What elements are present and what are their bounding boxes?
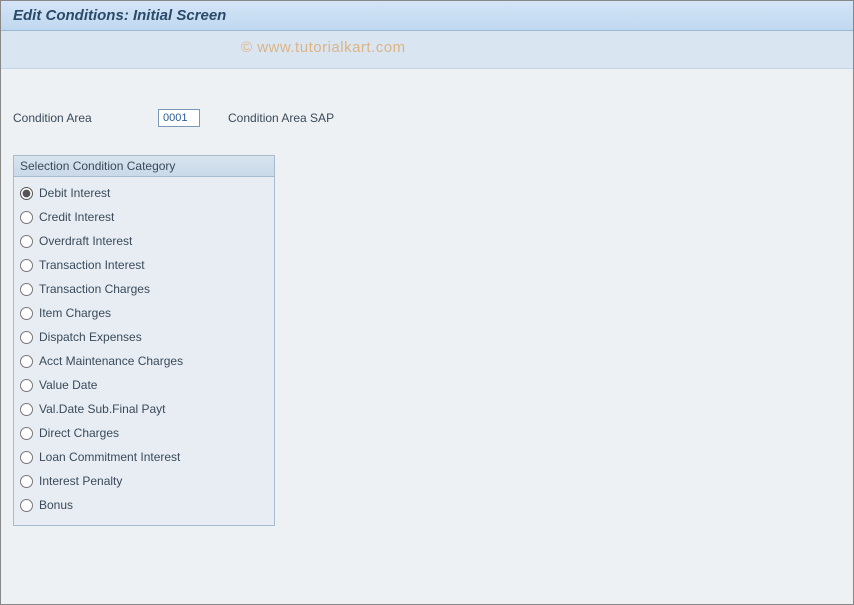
- radio-input[interactable]: [20, 475, 33, 488]
- radio-input[interactable]: [20, 235, 33, 248]
- radio-item: Acct Maintenance Charges: [20, 349, 268, 373]
- radio-label[interactable]: Transaction Charges: [39, 282, 150, 296]
- watermark-text: © www.tutorialkart.com: [241, 39, 406, 56]
- radio-label[interactable]: Dispatch Expenses: [39, 330, 142, 344]
- radio-item: Bonus: [20, 493, 268, 517]
- condition-area-input[interactable]: [158, 109, 200, 127]
- radio-label[interactable]: Loan Commitment Interest: [39, 450, 180, 464]
- radio-item: Dispatch Expenses: [20, 325, 268, 349]
- radio-item: Debit Interest: [20, 181, 268, 205]
- radio-input[interactable]: [20, 451, 33, 464]
- group-title: Selection Condition Category: [14, 156, 274, 177]
- condition-area-description: Condition Area SAP: [228, 111, 334, 125]
- radio-label[interactable]: Value Date: [39, 378, 97, 392]
- radio-input[interactable]: [20, 355, 33, 368]
- radio-item: Credit Interest: [20, 205, 268, 229]
- radio-label[interactable]: Bonus: [39, 498, 73, 512]
- radio-label[interactable]: Transaction Interest: [39, 258, 145, 272]
- radio-item: Interest Penalty: [20, 469, 268, 493]
- radio-input[interactable]: [20, 379, 33, 392]
- radio-label[interactable]: Acct Maintenance Charges: [39, 354, 183, 368]
- radio-label[interactable]: Interest Penalty: [39, 474, 122, 488]
- radio-item: Val.Date Sub.Final Payt: [20, 397, 268, 421]
- radio-item: Overdraft Interest: [20, 229, 268, 253]
- radio-input[interactable]: [20, 427, 33, 440]
- condition-area-label: Condition Area: [13, 111, 158, 125]
- radio-input[interactable]: [20, 187, 33, 200]
- content-area: Condition Area Condition Area SAP Select…: [1, 69, 853, 604]
- page-title: Edit Conditions: Initial Screen: [13, 7, 226, 24]
- radio-input[interactable]: [20, 283, 33, 296]
- radio-item: Direct Charges: [20, 421, 268, 445]
- radio-input[interactable]: [20, 403, 33, 416]
- radio-label[interactable]: Overdraft Interest: [39, 234, 132, 248]
- radio-input[interactable]: [20, 331, 33, 344]
- radio-input[interactable]: [20, 499, 33, 512]
- radio-list: Debit Interest Credit Interest Overdraft I…: [14, 177, 274, 525]
- condition-area-row: Condition Area Condition Area SAP: [13, 109, 841, 127]
- radio-label[interactable]: Debit Interest: [39, 186, 110, 200]
- radio-item: Transaction Charges: [20, 277, 268, 301]
- radio-label[interactable]: Credit Interest: [39, 210, 114, 224]
- toolbar-area: © www.tutorialkart.com: [1, 31, 853, 69]
- radio-item: Item Charges: [20, 301, 268, 325]
- radio-label[interactable]: Direct Charges: [39, 426, 119, 440]
- selection-condition-category-group: Selection Condition Category Debit Inter…: [13, 155, 275, 526]
- title-bar: Edit Conditions: Initial Screen: [1, 1, 853, 31]
- radio-item: Value Date: [20, 373, 268, 397]
- radio-item: Loan Commitment Interest: [20, 445, 268, 469]
- radio-input[interactable]: [20, 259, 33, 272]
- radio-label[interactable]: Item Charges: [39, 306, 111, 320]
- radio-input[interactable]: [20, 307, 33, 320]
- radio-item: Transaction Interest: [20, 253, 268, 277]
- radio-input[interactable]: [20, 211, 33, 224]
- radio-label[interactable]: Val.Date Sub.Final Payt: [39, 402, 166, 416]
